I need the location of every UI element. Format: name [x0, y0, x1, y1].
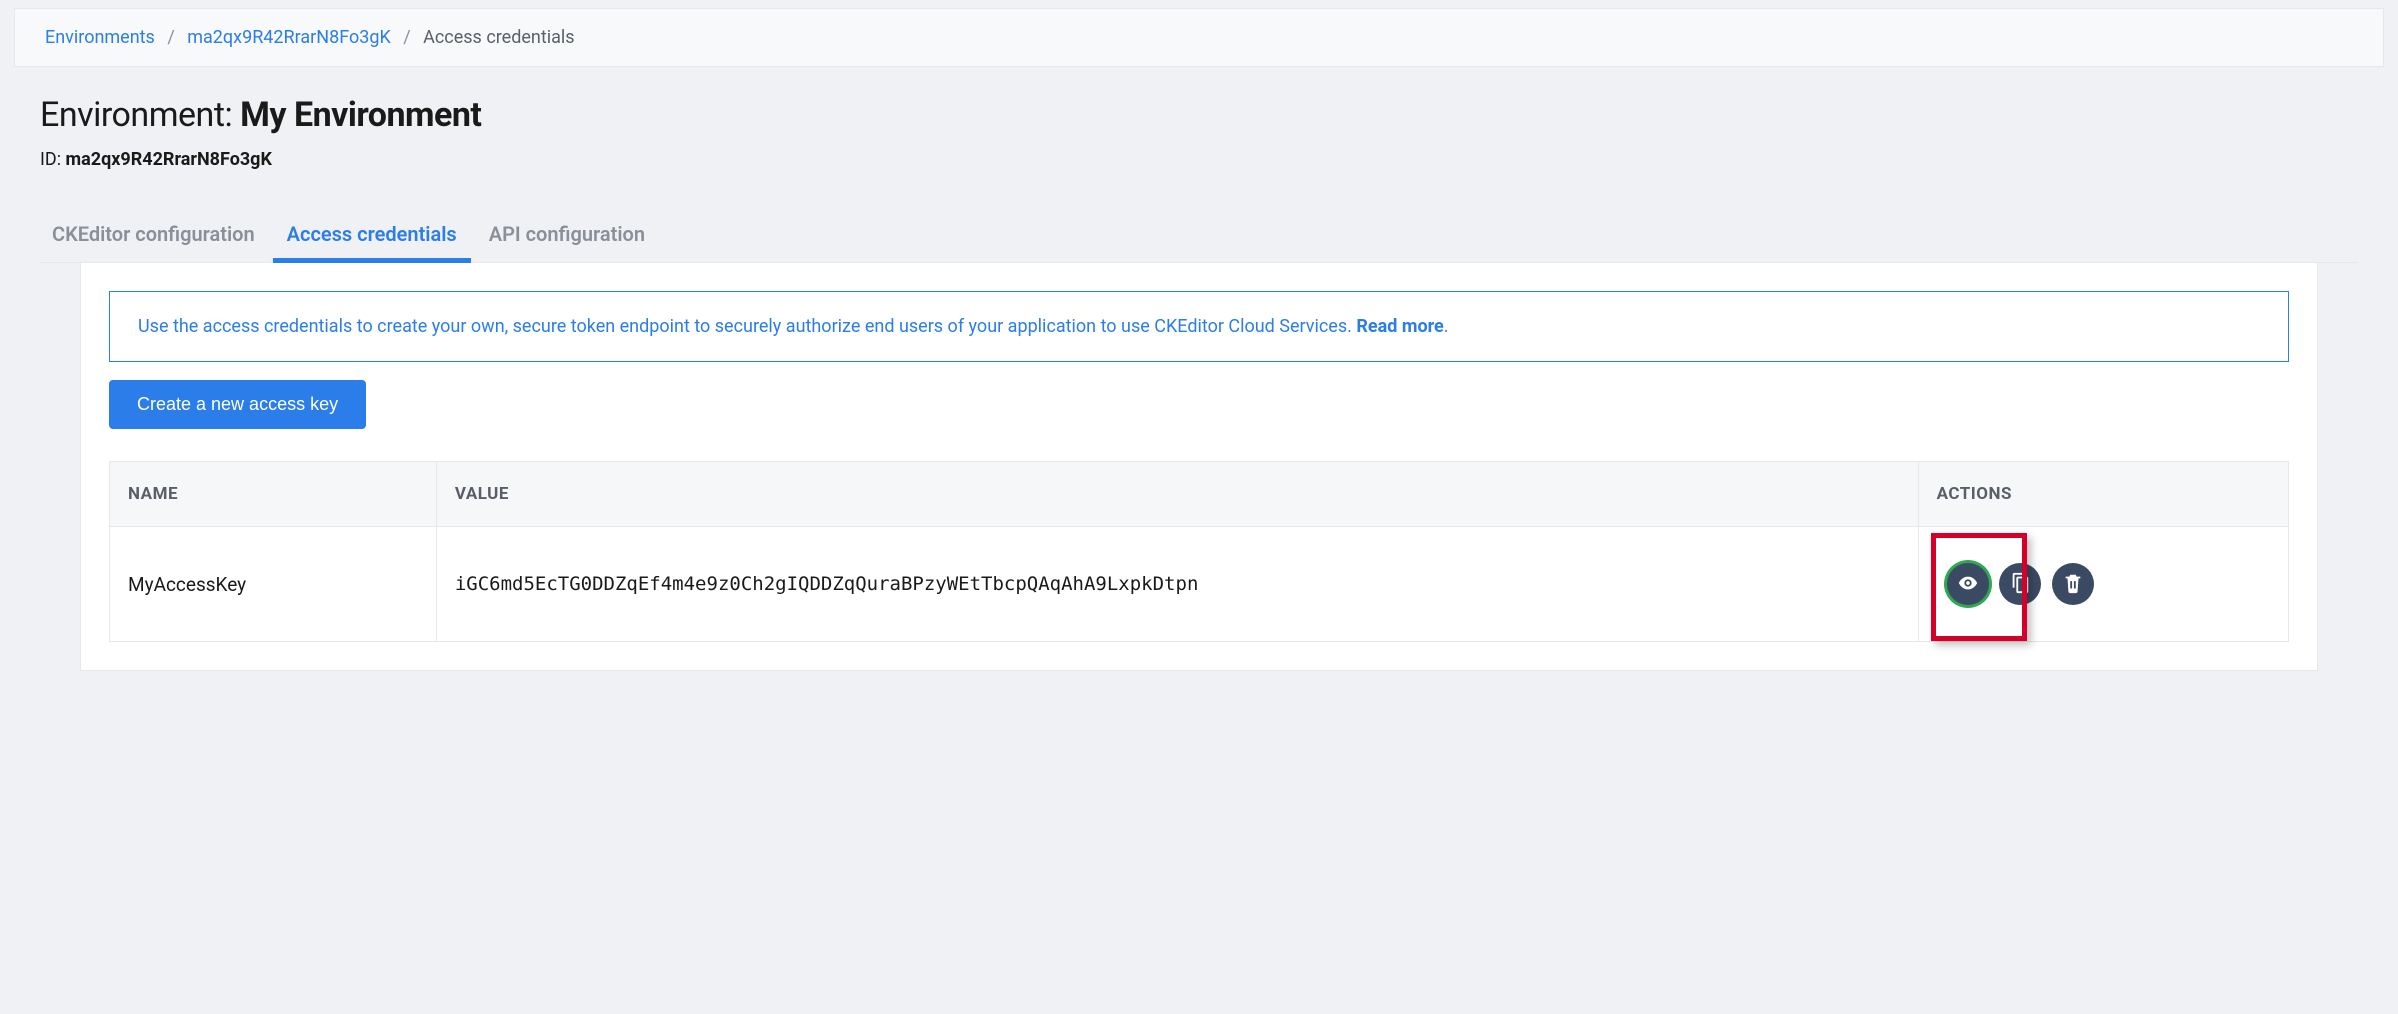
access-keys-table: NAME VALUE ACTIONS MyAccessKey iGC6md5Ec…	[109, 461, 2289, 642]
breadcrumb-environment-id-link[interactable]: ma2qx9R42RrarN8Fo3gK	[187, 27, 391, 48]
environment-id-value: ma2qx9R42RrarN8Fo3gK	[66, 149, 272, 170]
tab-access-credentials[interactable]: Access credentials	[285, 210, 459, 262]
view-key-button[interactable]	[1947, 563, 1989, 605]
read-more-link[interactable]: Read more	[1356, 316, 1443, 337]
cell-actions	[1918, 527, 2288, 642]
copy-icon	[2009, 572, 2031, 597]
table-row: MyAccessKey iGC6md5EcTG0DDZqEf4m4e9z0Ch2…	[110, 527, 2289, 642]
trash-icon	[2062, 572, 2084, 597]
tab-panel: Use the access credentials to create you…	[80, 263, 2318, 671]
page-title: Environment: My Environment	[40, 95, 2358, 135]
cell-key-name: MyAccessKey	[110, 527, 437, 642]
eye-icon	[1957, 572, 1979, 597]
page-title-name: My Environment	[240, 95, 481, 135]
tabs: CKEditor configuration Access credential…	[40, 210, 2358, 263]
page-title-prefix: Environment:	[40, 95, 240, 135]
delete-key-button[interactable]	[2052, 563, 2094, 605]
copy-key-button[interactable]	[1999, 563, 2041, 605]
environment-id-label: ID:	[40, 149, 66, 170]
environment-id: ID: ma2qx9R42RrarN8Fo3gK	[40, 149, 2358, 170]
create-access-key-button[interactable]: Create a new access key	[109, 380, 366, 429]
tab-api-configuration[interactable]: API configuration	[487, 210, 647, 262]
tab-ckeditor-configuration[interactable]: CKEditor configuration	[50, 210, 257, 262]
cell-key-value: iGC6md5EcTG0DDZqEf4m4e9z0Ch2gIQDDZqQuraB…	[436, 527, 1918, 642]
table-header-actions: ACTIONS	[1918, 462, 2288, 527]
table-header-name: NAME	[110, 462, 437, 527]
info-text: Use the access credentials to create you…	[138, 316, 1356, 337]
breadcrumb-separator: /	[167, 27, 174, 48]
breadcrumb-current: Access credentials	[423, 27, 574, 48]
info-box: Use the access credentials to create you…	[109, 291, 2289, 362]
page-header: Environment: My Environment ID: ma2qx9R4…	[0, 67, 2398, 180]
breadcrumb: Environments / ma2qx9R42RrarN8Fo3gK / Ac…	[14, 8, 2384, 67]
breadcrumb-environments-link[interactable]: Environments	[45, 27, 155, 48]
info-period: .	[1444, 316, 1449, 337]
table-header-value: VALUE	[436, 462, 1918, 527]
breadcrumb-separator: /	[403, 27, 410, 48]
